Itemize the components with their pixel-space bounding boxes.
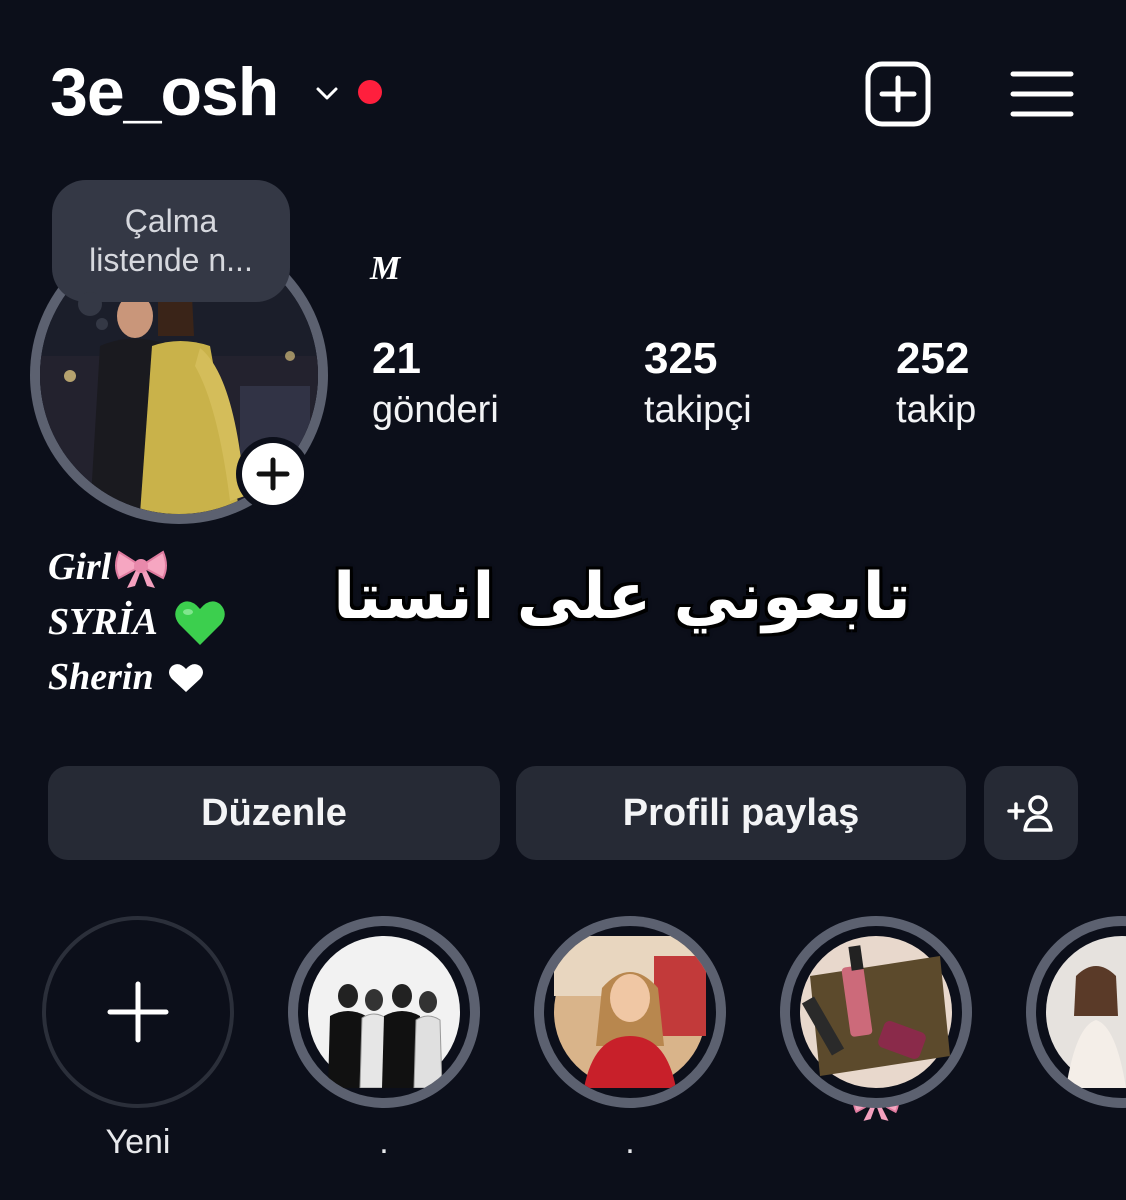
highlight-circle[interactable] xyxy=(288,916,480,1108)
highlight-cover xyxy=(800,936,952,1088)
bio-text: Sherin xyxy=(48,656,154,698)
followers-count: 325 xyxy=(644,334,718,383)
following-stat[interactable]: 252 takip xyxy=(896,334,976,436)
following-count: 252 xyxy=(896,334,970,383)
highlight-label: Yeni xyxy=(105,1123,171,1161)
chevron-down-icon[interactable] xyxy=(312,78,342,108)
bio-line: Sherin xyxy=(48,650,226,705)
highlight-cover xyxy=(554,936,706,1088)
highlight-item[interactable]: . xyxy=(534,916,726,1162)
profile-screen: 3e_osh Çalma listende n... M 21 gönderi … xyxy=(0,0,1126,1200)
username[interactable]: 3e_osh xyxy=(50,52,279,132)
discover-people-button[interactable] xyxy=(984,766,1078,860)
note-text-line2: listende n... xyxy=(89,242,253,278)
bio-line: SYRİA xyxy=(48,595,226,650)
highlight-cover xyxy=(1046,936,1126,1088)
bio-text: SYRİA xyxy=(48,601,158,643)
highlight-item[interactable] xyxy=(780,916,972,1129)
green-heart-icon xyxy=(174,599,226,647)
note-tail xyxy=(78,292,102,316)
edit-profile-button[interactable]: Düzenle xyxy=(48,766,500,860)
plus-square-icon xyxy=(865,61,931,127)
bio: Girl SYRİA Sherin xyxy=(48,540,226,705)
posts-label: gönderi xyxy=(372,389,499,431)
overlay-caption: تابعوني على انستا xyxy=(333,560,911,634)
notification-dot xyxy=(358,80,382,104)
create-button[interactable] xyxy=(862,58,934,130)
highlight-new-circle[interactable] xyxy=(42,916,234,1108)
share-profile-button[interactable]: Profili paylaş xyxy=(516,766,966,860)
bio-text: Girl xyxy=(48,546,112,588)
plus-icon xyxy=(107,981,169,1043)
highlight-cover xyxy=(308,936,460,1088)
note-bubble[interactable]: Çalma listende n... xyxy=(52,180,290,302)
hamburger-menu-icon xyxy=(1010,71,1074,117)
bio-line: Girl xyxy=(48,540,226,595)
add-person-icon xyxy=(1007,795,1053,832)
highlight-item[interactable] xyxy=(1026,916,1126,1122)
highlight-item[interactable]: . xyxy=(288,916,480,1162)
followers-label: takipçi xyxy=(644,389,752,431)
highlight-label: . xyxy=(379,1123,389,1161)
ribbon-bow-icon xyxy=(113,546,169,590)
display-name: M xyxy=(370,250,401,287)
menu-button[interactable] xyxy=(1006,58,1078,130)
highlight-circle[interactable] xyxy=(1026,916,1126,1108)
note-tail-small xyxy=(96,318,108,330)
posts-count: 21 xyxy=(372,334,421,383)
add-story-button[interactable] xyxy=(236,437,310,511)
highlight-circle[interactable] xyxy=(534,916,726,1108)
white-heart-icon xyxy=(168,662,204,694)
note-text-line1: Çalma xyxy=(124,203,218,239)
plus-icon xyxy=(256,457,290,491)
followers-stat[interactable]: 325 takipçi xyxy=(644,334,752,436)
following-label: takip xyxy=(896,389,977,431)
highlight-new[interactable]: Yeni xyxy=(42,916,234,1162)
highlight-circle[interactable] xyxy=(780,916,972,1108)
highlight-label: . xyxy=(625,1123,635,1161)
posts-stat[interactable]: 21 gönderi xyxy=(372,334,499,436)
